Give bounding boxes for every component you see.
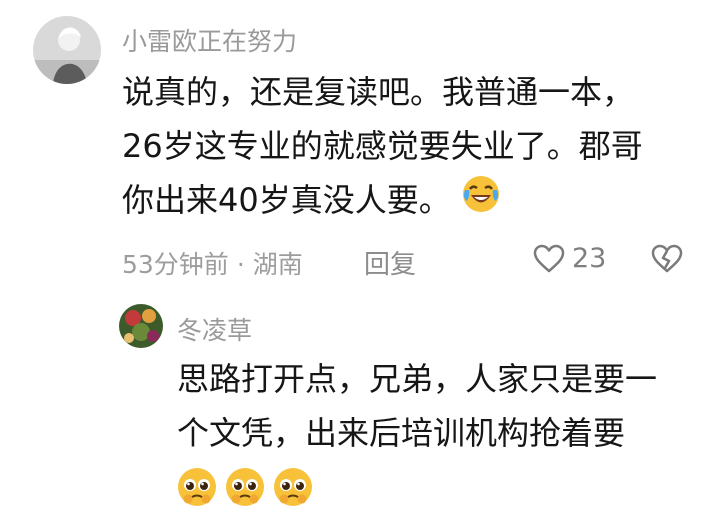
reply-body: 思路打开点，兄弟，人家只是要一 个文凭，出来后培训机构抢着要 xyxy=(177,352,657,460)
reply-button[interactable]: 回复 xyxy=(364,244,416,281)
reply-emoji-row xyxy=(176,466,314,512)
like-count: 23 xyxy=(572,243,607,274)
broken-heart-icon xyxy=(651,244,683,273)
pleading-face-emoji-icon xyxy=(224,466,266,512)
comment-time: 53分钟前 xyxy=(122,250,229,279)
dislike-button[interactable] xyxy=(650,244,684,278)
commenter-name[interactable]: 小雷欧正在努力 xyxy=(122,22,297,58)
reply-line: 个文凭，出来后培训机构抢着要 xyxy=(177,414,626,452)
comment-location: 湖南 xyxy=(252,250,303,279)
replier-avatar[interactable] xyxy=(119,304,163,348)
comment-line-text: 你出来40岁真没人要。 xyxy=(122,181,451,219)
heart-icon xyxy=(533,244,565,272)
pleading-face-emoji-icon xyxy=(272,466,314,512)
comment-body: 说真的，还是复读吧。我普通一本， 26岁这专业的就感觉要失业了。郡哥 你出来40… xyxy=(122,65,643,230)
like-button[interactable]: 23 xyxy=(532,243,606,274)
replier-name[interactable]: 冬凌草 xyxy=(177,311,252,347)
comment-line-with-emoji: 你出来40岁真没人要。 xyxy=(122,173,643,230)
comment-line: 26岁这专业的就感觉要失业了。郡哥 xyxy=(122,127,643,165)
reply-line: 思路打开点，兄弟，人家只是要一 xyxy=(177,360,658,398)
comment-meta: 53分钟前 · 湖南 xyxy=(122,245,303,281)
comment-line: 说真的，还是复读吧。我普通一本， xyxy=(122,73,635,111)
commenter-avatar[interactable] xyxy=(33,16,101,84)
pleading-face-emoji-icon xyxy=(176,466,218,512)
laughing-crying-emoji-icon xyxy=(461,174,501,230)
meta-separator: · xyxy=(236,250,245,279)
